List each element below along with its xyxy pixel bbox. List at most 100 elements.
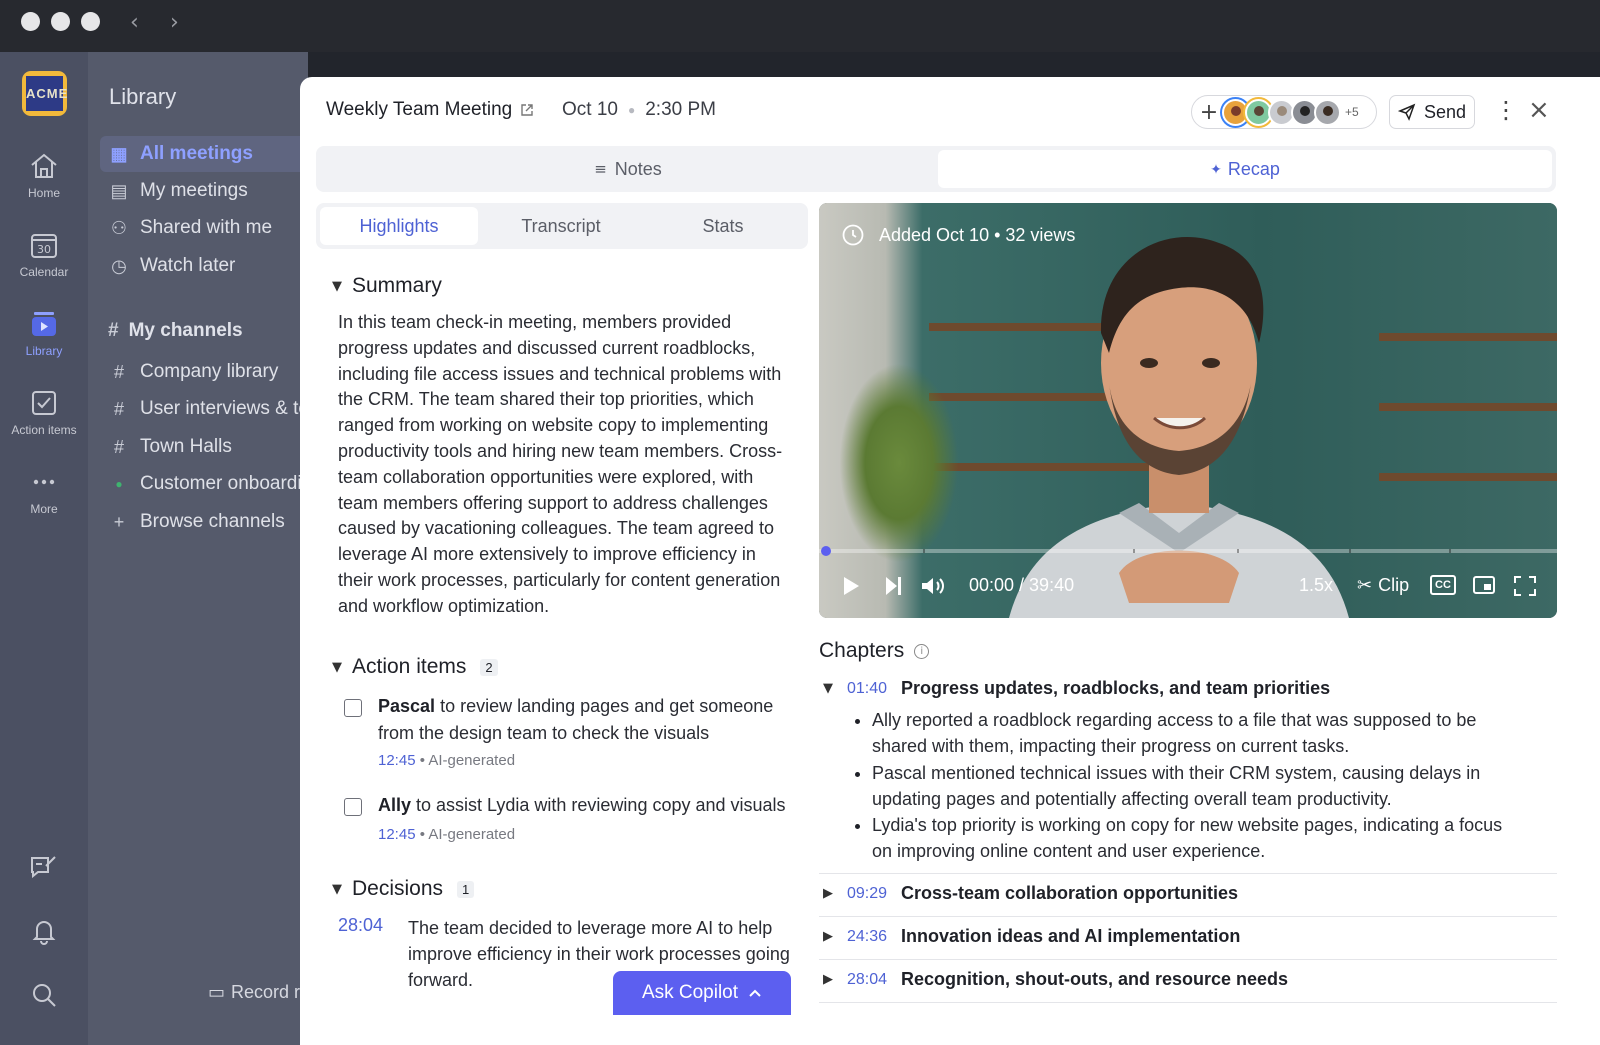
rail-item-home[interactable]: Home: [0, 152, 88, 200]
close-window-dot[interactable]: [21, 12, 40, 31]
plus-icon: +: [113, 511, 125, 532]
tab-highlights[interactable]: Highlights: [320, 207, 478, 245]
chapter-title: Innovation ideas and AI implementation: [901, 926, 1241, 946]
participants[interactable]: + +5: [1191, 95, 1377, 129]
info-icon[interactable]: i: [914, 643, 930, 659]
bell-icon: [32, 921, 56, 945]
clip-button[interactable]: ✂ Clip: [1357, 575, 1409, 596]
rail-item-action-items[interactable]: Action items: [0, 389, 88, 437]
volume-icon[interactable]: [920, 575, 948, 597]
notes-icon: ≡: [594, 160, 607, 178]
timestamp-link[interactable]: 28:04: [338, 915, 383, 936]
channel-item[interactable]: ● Customer onboardin: [108, 473, 312, 495]
chapter-title: Recognition, shout-outs, and resource ne…: [901, 969, 1289, 989]
tab-notes[interactable]: ≡ Notes: [316, 146, 940, 192]
rail-item-library[interactable]: Library: [0, 310, 88, 358]
library-item-shared[interactable]: ⚇ Shared with me: [108, 217, 272, 239]
skip-forward-icon[interactable]: [883, 575, 903, 597]
play-icon[interactable]: [841, 575, 861, 597]
progress-knob[interactable]: [821, 546, 831, 556]
action-item-text: Pascal to review landing pages and get s…: [378, 696, 774, 743]
rail-item-more[interactable]: More: [0, 468, 88, 516]
captions-button[interactable]: CC: [1430, 575, 1456, 595]
add-participant-icon[interactable]: +: [1198, 100, 1220, 125]
chapter-item[interactable]: ▶ 28:04 Recognition, shout-outs, and res…: [819, 969, 1557, 990]
summary-heading[interactable]: ▼ Summary: [332, 274, 442, 298]
fullscreen-icon[interactable]: [1513, 575, 1537, 597]
divider: [819, 873, 1557, 874]
scissors-icon: ✂: [1357, 575, 1373, 595]
back-arrow-icon[interactable]: ‹: [130, 10, 139, 35]
channel-item[interactable]: # Company library: [108, 361, 278, 383]
avatar[interactable]: [1314, 98, 1341, 126]
ask-copilot-button[interactable]: Ask Copilot: [613, 971, 791, 1015]
meeting-modal: Weekly Team Meeting Oct 10 ● 2:30 PM + +…: [300, 77, 1600, 1045]
chapter-timestamp[interactable]: 28:04: [847, 971, 891, 989]
library-panel: Library ▦ All meetings ▤ My meetings ⚇ S…: [88, 52, 312, 1045]
chapter-marker: [1237, 549, 1239, 553]
speaker-video-frame: [1009, 237, 1349, 618]
zoom-window-dot[interactable]: [81, 12, 100, 31]
tab-transcript[interactable]: Transcript: [482, 207, 640, 245]
library-item-label: Watch later: [140, 255, 236, 276]
library-item-my-meetings[interactable]: ▤ My meetings: [108, 180, 247, 202]
chapter-timestamp[interactable]: 24:36: [847, 928, 891, 946]
chapter-item[interactable]: ▶ 24:36 Innovation ideas and AI implemen…: [819, 926, 1557, 947]
chapter-timestamp[interactable]: 01:40: [847, 680, 891, 698]
participants-more[interactable]: +5: [1345, 105, 1359, 119]
green-dot-icon: ●: [115, 477, 123, 491]
speed-button[interactable]: 1.5x: [1299, 575, 1333, 596]
action-item-checkbox[interactable]: [344, 798, 362, 816]
rail-item-calendar[interactable]: 30 Calendar: [0, 231, 88, 279]
rail-search[interactable]: [0, 980, 88, 1016]
chapter-timestamp[interactable]: 09:29: [847, 885, 891, 903]
more-options-icon[interactable]: ⋮: [1494, 95, 1518, 125]
tab-recap[interactable]: ✦ Recap: [938, 150, 1552, 188]
channel-item[interactable]: # Town Halls: [108, 436, 232, 458]
record-button[interactable]: ▭ Record r: [208, 982, 300, 1003]
video-player[interactable]: Added Oct 10 • 32 views 00:00 / 39:40 1.…: [819, 203, 1557, 618]
tab-stats[interactable]: Stats: [644, 207, 802, 245]
close-icon[interactable]: ×: [1528, 95, 1550, 125]
picture-in-picture-icon[interactable]: [1472, 575, 1496, 595]
browse-channels[interactable]: + Browse channels: [108, 511, 285, 533]
nav-rail: [0, 52, 88, 1045]
video-time: 00:00 / 39:40: [969, 575, 1075, 595]
brand-logo[interactable]: ACME: [22, 71, 67, 116]
library-item-watch-later[interactable]: ◷ Watch later: [108, 255, 235, 277]
calendar-person-icon: ▤: [110, 180, 128, 201]
chevron-down-icon: ▼: [332, 278, 342, 294]
chevron-right-icon: ▶: [823, 929, 833, 944]
channel-item[interactable]: # User interviews & te: [108, 398, 309, 420]
title-bar: ‹ ›: [0, 0, 1600, 52]
chevron-right-icon: ▶: [823, 886, 833, 901]
svg-text:30: 30: [37, 243, 51, 256]
chevron-right-icon: ▶: [823, 972, 833, 987]
action-item-text: Ally to assist Lydia with reviewing copy…: [378, 795, 786, 815]
hash-icon: #: [113, 361, 124, 382]
chapter-item[interactable]: ▼ 01:40 Progress updates, roadblocks, an…: [819, 678, 1557, 699]
library-item-all-meetings[interactable]: ▦ All meetings: [100, 136, 310, 172]
chapter-bullet: Ally reported a roadblock regarding acce…: [872, 707, 1514, 760]
forward-arrow-icon[interactable]: ›: [170, 10, 179, 35]
external-link-icon[interactable]: [520, 103, 534, 117]
shelf: [1379, 403, 1557, 411]
chapter-marker: [1133, 549, 1135, 553]
timestamp-link[interactable]: 12:45: [378, 826, 416, 843]
action-item-meta: 12:45 • AI-generated: [378, 826, 516, 843]
action-item-checkbox[interactable]: [344, 699, 362, 717]
video-progress-bar[interactable]: [819, 546, 1557, 556]
minimize-window-dot[interactable]: [51, 12, 70, 31]
rail-feedback[interactable]: [0, 852, 88, 888]
rail-label: Library: [25, 344, 63, 358]
action-items-heading[interactable]: ▼ Action items 2: [332, 655, 498, 679]
timestamp-link[interactable]: 12:45: [378, 752, 416, 769]
send-button[interactable]: Send: [1389, 95, 1475, 129]
count-badge: 2: [480, 658, 498, 676]
rail-notifications[interactable]: [0, 916, 88, 952]
rail-label: More: [30, 502, 58, 516]
chapter-item[interactable]: ▶ 09:29 Cross-team collaboration opportu…: [819, 883, 1557, 904]
search-icon: [33, 984, 56, 1007]
app-window: ‹ › ACME Home 30 Calendar Library Action…: [0, 0, 1600, 1045]
decisions-heading[interactable]: ▼ Decisions 1: [332, 877, 475, 901]
